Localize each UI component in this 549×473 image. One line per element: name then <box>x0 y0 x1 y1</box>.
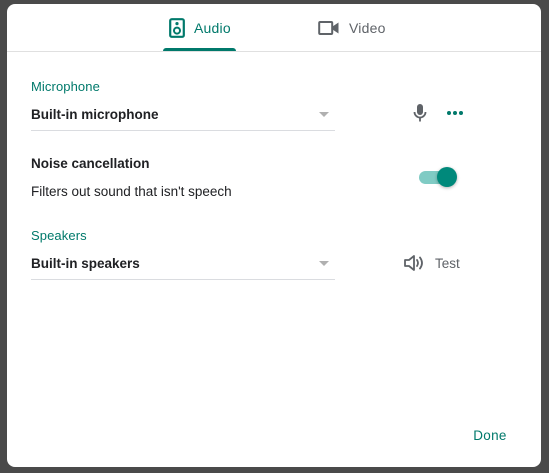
settings-dialog: Audio Video Microphone Built-in micropho… <box>7 4 541 467</box>
tab-video-label: Video <box>349 19 386 36</box>
speaker-icon <box>169 17 185 38</box>
more-horizontal-icon <box>446 110 464 116</box>
dropdown-arrow-icon <box>319 112 329 117</box>
tab-bar: Audio Video <box>7 4 541 52</box>
test-speakers-button[interactable]: Test <box>403 250 460 276</box>
noise-cancellation-toggle[interactable] <box>417 165 459 189</box>
microphone-select[interactable]: Built-in microphone <box>31 100 335 131</box>
speakers-label: Speakers <box>31 228 87 243</box>
noise-cancellation-description: Filters out sound that isn't speech <box>31 184 232 199</box>
mic-icon <box>413 103 427 123</box>
microphone-label: Microphone <box>31 79 100 94</box>
noise-cancellation-title: Noise cancellation <box>31 156 150 171</box>
more-options-button[interactable] <box>443 101 467 125</box>
volume-icon <box>403 254 425 272</box>
camera-icon <box>318 20 340 36</box>
tab-audio-label: Audio <box>194 19 231 36</box>
toggle-thumb <box>437 167 457 187</box>
tab-selected-indicator <box>163 48 236 51</box>
speakers-select[interactable]: Built-in speakers <box>31 249 335 280</box>
mic-button[interactable] <box>408 101 432 125</box>
microphone-selected-value: Built-in microphone <box>31 107 159 122</box>
done-button[interactable]: Done <box>465 423 515 447</box>
speakers-selected-value: Built-in speakers <box>31 256 140 271</box>
tab-audio[interactable]: Audio <box>163 4 236 51</box>
test-label: Test <box>435 255 460 271</box>
dropdown-arrow-icon <box>319 261 329 266</box>
tab-video[interactable]: Video <box>312 4 392 51</box>
